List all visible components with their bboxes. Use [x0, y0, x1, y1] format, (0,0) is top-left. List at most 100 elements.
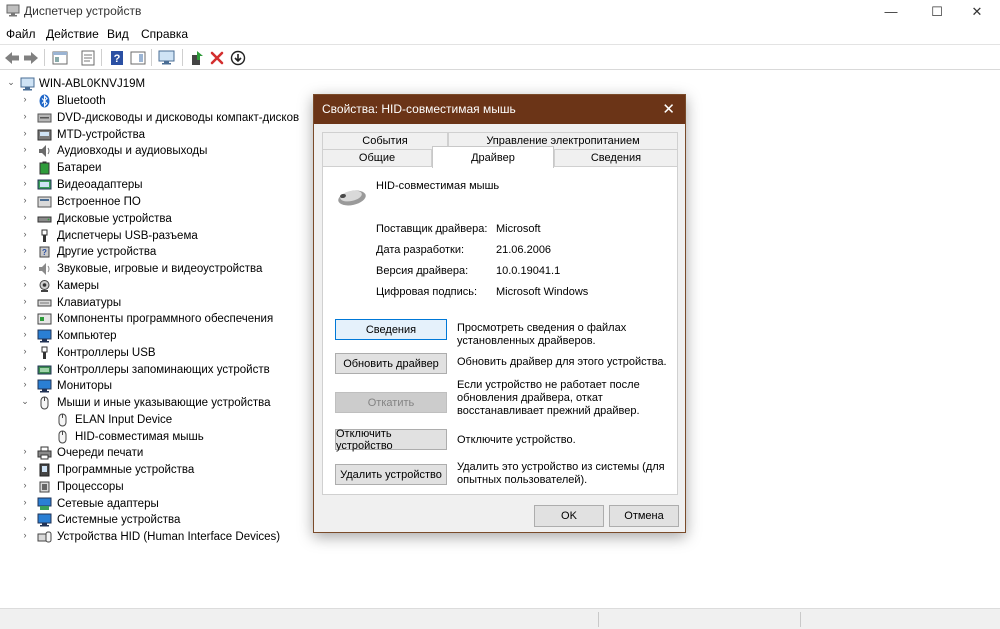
- dialog-close-button[interactable]: ✕: [662, 100, 675, 118]
- expand-arrow-icon[interactable]: ›: [20, 161, 30, 171]
- tree-item-label: Клавиатуры: [57, 297, 122, 309]
- expand-arrow-icon[interactable]: ›: [20, 144, 30, 154]
- tree-item-processors[interactable]: › Процессоры: [0, 479, 330, 496]
- menu-help[interactable]: Справка: [141, 27, 188, 41]
- roll-back-driver-description: Если устройство не работает после обновл…: [457, 379, 640, 417]
- tree-item-bluetooth[interactable]: › Bluetooth: [0, 93, 330, 110]
- tree-item-disk-drives[interactable]: › Дисковые устройства: [0, 211, 330, 228]
- expand-arrow-icon[interactable]: ›: [20, 212, 30, 222]
- tree-item-monitors[interactable]: › Мониторы: [0, 378, 330, 395]
- tree-item-software-components[interactable]: › Компоненты программного обеспечения: [0, 311, 330, 328]
- other-devices-icon: ?: [39, 246, 50, 258]
- menu-file[interactable]: Файл: [6, 27, 36, 41]
- tab-driver[interactable]: Драйвер: [432, 146, 554, 168]
- expand-arrow-icon[interactable]: ›: [20, 497, 30, 507]
- tree-item-usb-connector[interactable]: › Диспетчеры USB-разъема: [0, 228, 330, 245]
- printer-icon: [37, 446, 52, 460]
- cancel-button[interactable]: Отмена: [609, 505, 679, 527]
- tab-events[interactable]: События: [322, 132, 448, 149]
- tree-item-mice[interactable]: ⌄ Мыши и иные указывающие устройства: [0, 395, 330, 412]
- tree-item-firmware[interactable]: › Встроенное ПО: [0, 194, 330, 211]
- sound-icon: [39, 263, 50, 275]
- action-pane-icon[interactable]: [129, 49, 147, 66]
- tree-item-mtd[interactable]: › MTD-устройства: [0, 127, 330, 144]
- tree-item-system-devices[interactable]: › Системные устройства: [0, 512, 330, 529]
- expand-arrow-icon[interactable]: ›: [20, 94, 30, 104]
- expand-arrow-icon[interactable]: ›: [20, 262, 30, 272]
- tree-item-label: Очереди печати: [57, 447, 144, 459]
- driver-version-value: 10.0.19041.1: [496, 265, 561, 277]
- tree-item-sound[interactable]: › Звуковые, игровые и видеоустройства: [0, 261, 330, 278]
- expand-arrow-icon[interactable]: ›: [20, 178, 30, 188]
- disk-icon: [37, 216, 52, 223]
- tree-item-elan-input-device[interactable]: ELAN Input Device: [0, 412, 330, 429]
- tree-item-network-adapters[interactable]: › Сетевые адаптеры: [0, 496, 330, 513]
- tree-item-display-adapters[interactable]: › Видеоадаптеры: [0, 177, 330, 194]
- tree-item-hid[interactable]: › Устройства HID (Human Interface Device…: [0, 529, 330, 546]
- menu-view[interactable]: Вид: [107, 27, 129, 41]
- tree-item-computer[interactable]: › Компьютер: [0, 328, 330, 345]
- uninstall-device-button[interactable]: Удалить устройство: [335, 464, 447, 485]
- collapse-arrow-icon[interactable]: ⌄: [20, 396, 30, 407]
- tree-item-label: Процессоры: [57, 481, 124, 493]
- forward-icon[interactable]: [22, 49, 40, 66]
- driver-details-button[interactable]: Сведения: [335, 319, 447, 340]
- uninstall-device-description: Удалить это устройство из системы (для о…: [457, 461, 665, 486]
- driver-details-description: Просмотреть сведения о файлах установлен…: [457, 322, 627, 347]
- tree-item-label: Батареи: [57, 162, 102, 174]
- tree-item-batteries[interactable]: › Батареи: [0, 160, 330, 177]
- help-icon[interactable]: ?: [108, 49, 126, 66]
- expand-arrow-icon[interactable]: ›: [20, 463, 30, 473]
- tree-item-keyboards[interactable]: › Клавиатуры: [0, 295, 330, 312]
- computer-icon: [37, 329, 52, 343]
- tree-item-label: Камеры: [57, 280, 100, 292]
- tree-root[interactable]: ⌄ WIN-ABL0KNVJ19M: [0, 76, 330, 93]
- svg-text:?: ?: [42, 248, 47, 257]
- expand-arrow-icon[interactable]: ›: [20, 296, 30, 306]
- back-icon[interactable]: [3, 49, 21, 66]
- tab-details[interactable]: Сведения: [554, 149, 678, 166]
- tree-item-usb-controllers[interactable]: › Контроллеры USB: [0, 345, 330, 362]
- expand-arrow-icon[interactable]: ›: [20, 195, 30, 205]
- expand-arrow-icon[interactable]: ›: [20, 346, 30, 356]
- scan-hardware-icon[interactable]: [158, 49, 176, 66]
- close-window-button[interactable]: ✕: [954, 0, 1000, 23]
- tree-item-label: Дисковые устройства: [57, 213, 172, 225]
- expand-arrow-icon[interactable]: ›: [20, 379, 30, 389]
- expand-arrow-icon[interactable]: ›: [20, 279, 30, 289]
- tree-item-cameras[interactable]: › Камеры: [0, 278, 330, 295]
- minimize-button[interactable]: —: [868, 0, 914, 23]
- update-driver-icon[interactable]: [188, 49, 206, 66]
- tree-item-software-devices[interactable]: › Программные устройства: [0, 462, 330, 479]
- update-driver-button[interactable]: Обновить драйвер: [335, 353, 447, 374]
- expand-arrow-icon[interactable]: ›: [20, 480, 30, 490]
- expand-arrow-icon[interactable]: ›: [20, 312, 30, 322]
- expand-arrow-icon[interactable]: ›: [20, 245, 30, 255]
- tree-item-print-queues[interactable]: › Очереди печати: [0, 445, 330, 462]
- disable-device-icon[interactable]: [229, 49, 247, 66]
- expand-arrow-icon[interactable]: ›: [20, 446, 30, 456]
- uninstall-icon[interactable]: [208, 49, 226, 66]
- tab-general[interactable]: Общие: [322, 149, 432, 166]
- properties-icon[interactable]: [79, 49, 97, 66]
- expand-arrow-icon[interactable]: ›: [20, 111, 30, 121]
- expand-arrow-icon[interactable]: ›: [20, 363, 30, 373]
- roll-back-driver-button[interactable]: Откатить: [335, 392, 447, 413]
- tree-item-hid-mouse[interactable]: HID-совместимая мышь: [0, 429, 330, 446]
- expand-arrow-icon[interactable]: ›: [20, 128, 30, 138]
- ok-button[interactable]: OK: [534, 505, 604, 527]
- tree-item-storage-controllers[interactable]: › Контроллеры запоминающих устройств: [0, 362, 330, 379]
- tree-item-dvd[interactable]: › DVD-дисководы и дисководы компакт-диск…: [0, 110, 330, 127]
- bluetooth-icon: [39, 94, 50, 108]
- disable-device-button[interactable]: Отключить устройство: [335, 428, 447, 452]
- tree-item-other-devices[interactable]: › ? Другие устройства: [0, 244, 330, 261]
- expand-arrow-icon[interactable]: ›: [20, 329, 30, 339]
- tree-item-audio-io[interactable]: › Аудиовходы и аудиовыходы: [0, 143, 330, 160]
- expand-arrow-icon[interactable]: ›: [20, 513, 30, 523]
- collapse-arrow-icon[interactable]: ⌄: [6, 77, 16, 88]
- show-hide-console-tree-icon[interactable]: [51, 49, 69, 66]
- expand-arrow-icon[interactable]: ›: [20, 530, 30, 540]
- expand-arrow-icon[interactable]: ›: [20, 229, 30, 239]
- menu-action[interactable]: Действие: [46, 27, 99, 41]
- mouse-icon: [40, 396, 49, 410]
